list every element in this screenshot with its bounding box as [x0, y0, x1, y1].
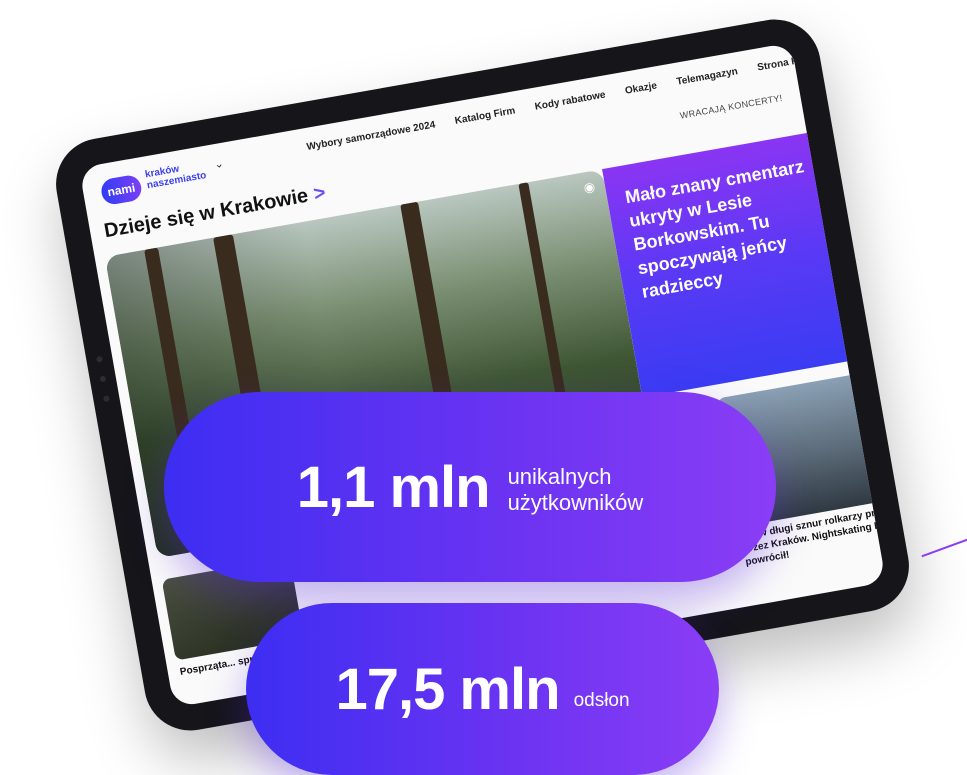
nav-item-katalog[interactable]: Katalog Firm	[454, 105, 516, 126]
stat-users-label-line2: użytkowników	[507, 490, 644, 515]
tablet-side-button	[102, 395, 110, 403]
site-name[interactable]: kraków naszemiasto	[144, 159, 207, 192]
stat-views-label: odsłon	[573, 690, 630, 711]
stat-users-pill: 1,1 mln unikalnych użytkowników	[164, 392, 776, 582]
featured-article[interactable]: Mało znany cmentarz ukryty w Lesie Borko…	[602, 126, 887, 398]
stat-users-value: 1,1 mln	[296, 454, 491, 520]
tablet-side-button	[95, 355, 103, 363]
logo-badge-text: nami	[106, 180, 137, 200]
stat-users-label-line1: unikalnych	[507, 464, 612, 489]
camera-icon: ◉	[875, 374, 887, 392]
nav-item-telemagazyn[interactable]: Telemagazyn	[676, 66, 739, 88]
chevron-down-icon[interactable]: ⌄	[213, 157, 224, 171]
tablet-side-button	[99, 375, 107, 383]
nav-item-kody[interactable]: Kody rabatowe	[534, 89, 607, 112]
decorative-line	[921, 534, 967, 558]
stat-users-label: unikalnych użytkowników	[508, 464, 644, 516]
chevron-right-icon: >	[311, 181, 328, 206]
stat-views-value: 17,5 mln	[335, 656, 560, 722]
camera-icon: ◉	[582, 178, 597, 196]
nav-item-strona-kobiet[interactable]: Strona Kobiet	[756, 51, 822, 73]
stat-views-pill: 17,5 mln odsłon	[246, 603, 719, 775]
news-ticker[interactable]: WRACAJĄ KONCERTY!	[679, 93, 783, 121]
nav-item-wybory[interactable]: Wybory samorządowe 2024	[306, 119, 436, 152]
featured-headline: Mało znany cmentarz ukryty w Lesie Borko…	[623, 156, 806, 302]
site-logo[interactable]: nami	[99, 173, 144, 207]
nav-item-okazje[interactable]: Okazje	[624, 80, 658, 96]
